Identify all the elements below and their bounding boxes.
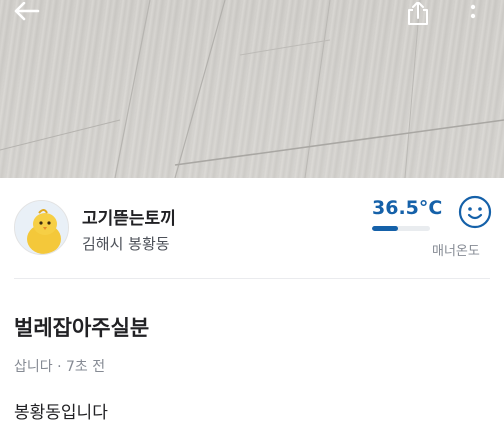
manner-temperature-bar bbox=[372, 226, 430, 231]
manner-temperature-label[interactable]: 매너온도 bbox=[432, 240, 480, 259]
avatar[interactable] bbox=[14, 200, 69, 255]
seller-profile[interactable]: 고기뜯는토끼 김해시 봉황동 36.5°C 매너온도 bbox=[0, 178, 504, 278]
chick-avatar-icon bbox=[15, 201, 68, 254]
divider bbox=[14, 278, 490, 279]
post-meta: 삽니다 · 7초 전 bbox=[14, 359, 106, 375]
manner-temperature-bar-fill bbox=[372, 226, 399, 231]
seller-location: 김해시 봉황동 bbox=[82, 235, 170, 253]
arrow-left-icon bbox=[14, 2, 40, 21]
share-icon bbox=[408, 2, 428, 25]
post-body: 봉황동입니다 bbox=[14, 403, 108, 423]
seller-nickname[interactable]: 고기뜯는토끼 bbox=[82, 204, 176, 229]
more-button[interactable] bbox=[462, 0, 484, 28]
smile-face-icon bbox=[458, 195, 492, 229]
post-image[interactable] bbox=[0, 0, 504, 178]
manner-temperature: 36.5°C bbox=[372, 197, 443, 219]
more-vertical-icon bbox=[470, 4, 476, 19]
share-button[interactable] bbox=[404, 0, 432, 28]
post-title: 벌레잡아주실분 bbox=[14, 316, 150, 340]
back-button[interactable] bbox=[8, 0, 44, 28]
